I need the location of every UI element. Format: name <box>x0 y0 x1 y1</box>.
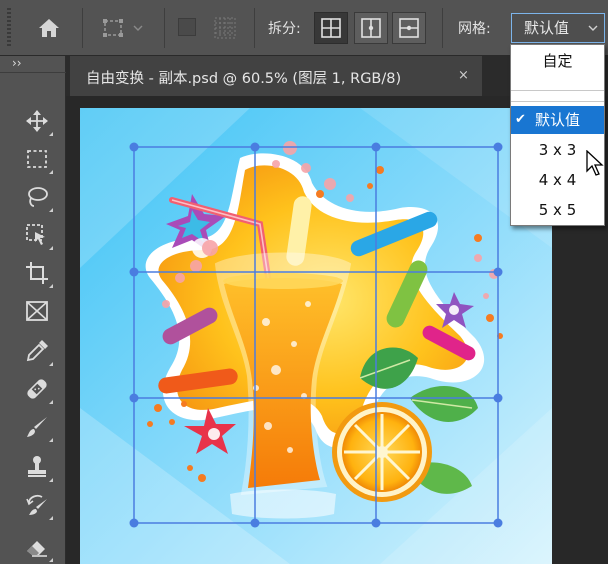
dotted-grid-icon <box>214 17 236 39</box>
grid-option-5x5[interactable]: 5 x 5 <box>511 196 604 224</box>
document-tab[interactable]: 自由变换 - 副本.psd @ 60.5% (图层 1, RGB/8) × <box>70 56 482 96</box>
options-bar-grip[interactable] <box>7 8 11 48</box>
split-cross-button[interactable] <box>314 12 348 44</box>
check-icon: ✔ <box>515 112 526 127</box>
transform-handle <box>371 142 381 152</box>
home-button[interactable] <box>32 14 66 42</box>
transform-handle <box>250 518 260 528</box>
grid-option-custom[interactable]: 自定 <box>511 47 604 75</box>
transform-handle <box>129 518 139 528</box>
move-icon <box>26 110 48 132</box>
bandage-icon <box>27 379 47 399</box>
grid-toggle-button[interactable] <box>208 12 242 44</box>
mouse-cursor-icon <box>586 150 604 176</box>
transform-handle <box>250 142 260 152</box>
brush-icon <box>27 417 47 437</box>
transform-handle <box>493 518 503 528</box>
document-tab-title: 自由变换 - 副本.psd @ 60.5% (图层 1, RGB/8) <box>86 71 402 87</box>
eraser-tool[interactable] <box>20 530 54 564</box>
transform-handle <box>493 267 503 277</box>
grid-label: 网格: <box>458 21 491 37</box>
grid-option-default-label: 默认值 <box>534 111 580 129</box>
lasso-tool[interactable] <box>20 180 54 214</box>
marquee-icon <box>27 150 47 168</box>
split-horizontal-button[interactable] <box>392 12 426 44</box>
spot-healing-brush-tool[interactable] <box>20 372 54 406</box>
chevron-down-icon <box>133 25 143 31</box>
checkbox[interactable] <box>178 18 196 36</box>
separator <box>82 8 83 48</box>
frame-tool[interactable] <box>20 294 54 328</box>
move-tool[interactable] <box>20 104 54 138</box>
frame-icon <box>26 301 48 321</box>
crop-icon <box>26 262 48 284</box>
free-transform-icon <box>103 19 123 37</box>
split-vertical-button[interactable] <box>354 12 388 44</box>
transform-handle <box>371 518 381 528</box>
home-icon <box>39 19 59 37</box>
transform-handle <box>493 142 503 152</box>
collapse-panel-button[interactable]: ›› <box>12 56 22 70</box>
separator <box>0 72 66 73</box>
split-horizontal-icon <box>399 18 419 38</box>
object-selection-icon <box>26 224 45 245</box>
grid-select[interactable]: 默认值 <box>511 13 605 43</box>
grid-dropdown-menu: 自定 ✔ 默认值 3 x 3 4 x 4 5 x 5 <box>510 44 605 226</box>
rectangular-marquee-tool[interactable] <box>20 142 54 176</box>
crop-tool[interactable] <box>20 256 54 290</box>
separator <box>164 8 165 48</box>
split-vertical-icon <box>361 18 381 38</box>
split-cross-icon <box>321 18 341 38</box>
grid-option-default[interactable]: ✔ 默认值 <box>511 106 604 134</box>
brush-tool[interactable] <box>20 410 54 444</box>
history-brush-icon <box>26 494 47 515</box>
separator <box>511 101 604 102</box>
object-selection-tool[interactable] <box>20 218 54 252</box>
separator <box>254 8 255 48</box>
eyedropper-tool[interactable] <box>20 334 54 368</box>
separator <box>442 8 443 48</box>
split-label: 拆分: <box>268 21 301 37</box>
transform-preset-button[interactable] <box>92 14 152 42</box>
clone-stamp-tool[interactable] <box>20 450 54 484</box>
transform-handle <box>129 393 139 403</box>
eyedropper-icon <box>26 340 48 362</box>
separator <box>511 90 604 91</box>
transform-handle <box>493 393 503 403</box>
history-brush-tool[interactable] <box>20 488 54 522</box>
eraser-icon <box>27 541 47 557</box>
transform-handle <box>129 142 139 152</box>
stamp-icon <box>28 456 46 477</box>
lasso-icon <box>28 187 48 207</box>
grid-select-value: 默认值 <box>524 19 570 37</box>
tool-panel: ›› <box>0 56 66 564</box>
transform-handle <box>129 267 139 277</box>
close-tab-button[interactable]: × <box>458 68 469 83</box>
